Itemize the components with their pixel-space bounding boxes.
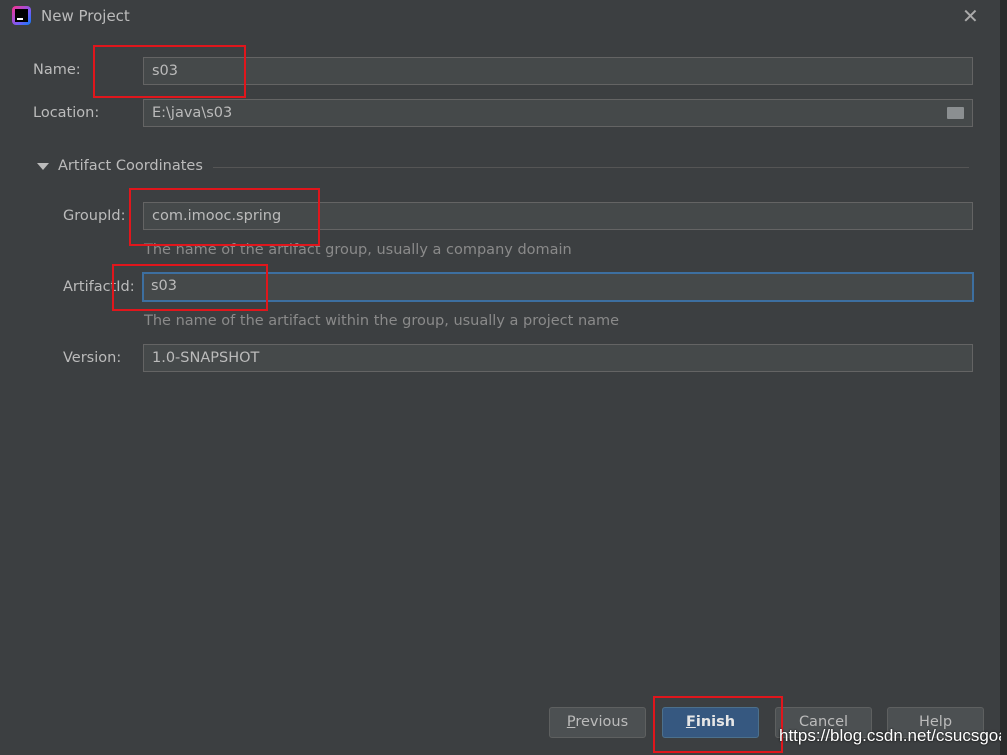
name-input[interactable]: s03 xyxy=(143,57,973,85)
annotation-box-name xyxy=(93,45,246,98)
new-project-dialog: New Project ✕ Name: s03 Location: E:\jav… xyxy=(0,0,1007,755)
artifactid-hint: The name of the artifact within the grou… xyxy=(144,313,620,329)
previous-label: revious xyxy=(575,714,629,730)
section-divider xyxy=(213,167,969,168)
version-input[interactable]: 1.0-SNAPSHOT xyxy=(143,344,973,372)
background-ide-edge xyxy=(1001,0,1007,755)
groupid-label: GroupId: xyxy=(63,208,126,224)
version-label: Version: xyxy=(63,350,122,366)
intellij-logo-icon xyxy=(12,6,31,25)
location-input[interactable]: E:\java\s03 xyxy=(143,99,973,127)
browse-folder-icon[interactable] xyxy=(947,107,964,119)
dialog-title: New Project xyxy=(41,7,130,25)
previous-button[interactable]: Previous xyxy=(549,707,646,738)
collapse-triangle-icon[interactable] xyxy=(37,163,49,170)
annotation-box-finish xyxy=(653,696,783,753)
name-label: Name: xyxy=(33,62,81,78)
close-icon[interactable]: ✕ xyxy=(962,4,979,28)
section-artifact-coordinates: Artifact Coordinates xyxy=(58,158,203,174)
watermark: https://blog.csdn.net/csucsgoat xyxy=(779,726,1007,745)
location-label: Location: xyxy=(33,105,100,121)
location-value: E:\java\s03 xyxy=(152,105,233,121)
annotation-box-artifactid xyxy=(112,264,268,311)
annotation-box-groupid xyxy=(129,188,320,246)
